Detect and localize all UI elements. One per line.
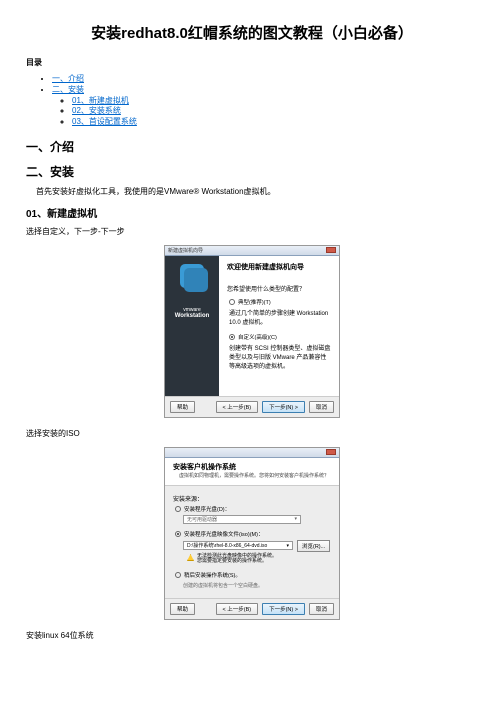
radio-icon — [175, 572, 181, 578]
wizard-footer: 帮助 < 上一步(B) 下一步(N) > 取消 — [165, 396, 339, 417]
step-text-1: 选择自定义，下一步-下一步 — [26, 226, 478, 237]
later-note: 创建的虚拟机将包含一个空白硬盘。 — [183, 582, 331, 589]
radio-icon — [229, 299, 235, 305]
radio-later-label: 稍后安装操作系统(S)。 — [184, 571, 241, 579]
toc-link-installsys[interactable]: 02、安装系统 — [72, 106, 121, 115]
warning-row: 无法检测此光盘映像中的操作系统。 您需要指定要安装的操作系统。 — [187, 554, 331, 565]
radio-custom[interactable]: 自定义(高级)(C) — [229, 333, 331, 341]
window-title-text: 新建虚拟机向导 — [168, 247, 203, 254]
help-button[interactable]: 帮助 — [170, 603, 195, 615]
radio-typical-label: 典型(推荐)(T) — [238, 298, 271, 306]
source-group-label: 安装来源： — [173, 494, 331, 503]
warning-text-2: 您需要指定要安装的操作系统。 — [197, 559, 277, 565]
toc-link-config[interactable]: 03、首设配置系统 — [72, 117, 137, 126]
close-icon[interactable] — [326, 449, 336, 455]
wizard-content: 欢迎使用新建虚拟机向导 您希望使用什么类型的配置？ 典型(推荐)(T) 通过几个… — [219, 256, 339, 396]
radio-disc[interactable]: 安装程序光盘(D)： — [175, 505, 331, 513]
wizard-footer: 帮助 < 上一步(B) 下一步(N) > 取消 — [165, 598, 339, 619]
radio-typical[interactable]: 典型(推荐)(T) — [229, 298, 331, 306]
step-text-3: 安装linux 64位系统 — [26, 630, 478, 641]
window-titlebar — [165, 448, 339, 458]
brand-top: vmware — [183, 307, 201, 313]
back-button[interactable]: < 上一步(B) — [216, 603, 259, 615]
radio-typical-desc: 通过几个简单的步骤创建 Workstation 10.0 虚拟机。 — [229, 308, 331, 326]
drive-select[interactable]: 无可用驱动器 ▾ — [183, 515, 301, 524]
toc-label: 目录 — [26, 57, 478, 68]
brand-main: Workstation — [175, 313, 210, 320]
radio-iso[interactable]: 安装程序光盘映像文件(iso)(M)： — [175, 530, 331, 538]
wizard-window-2: 安装客户机操作系统 虚拟机如同物理机，需要操作系统。您将如何安装客户机操作系统？… — [164, 447, 340, 620]
radio-custom-label: 自定义(高级)(C) — [238, 333, 277, 341]
wizard-window-1: 新建虚拟机向导 vmware Workstation 欢迎使用新建虚拟机向导 您… — [164, 245, 340, 418]
article-page: 安装redhat8.0红帽系统的图文教程（小白必备） 目录 一、介绍 二、安装 … — [0, 0, 504, 669]
help-button[interactable]: 帮助 — [170, 401, 195, 413]
install-intro-text: 首先安装好虚拟化工具，我使用的是VMware® Workstation虚拟机。 — [36, 186, 478, 197]
chevron-down-icon: ▾ — [286, 543, 289, 549]
screenshot-1: 新建虚拟机向导 vmware Workstation 欢迎使用新建虚拟机向导 您… — [26, 245, 478, 418]
warning-icon — [187, 554, 194, 561]
toc-link-intro[interactable]: 一、介绍 — [52, 74, 84, 83]
wizard-sidebar: vmware Workstation — [165, 256, 219, 396]
radio-icon — [229, 334, 235, 340]
toc-link-install[interactable]: 二、安装 — [52, 85, 84, 94]
radio-custom-desc: 创建带有 SCSI 控制器类型、虚拟磁盘类型以及与旧版 VMware 产品兼容性… — [229, 343, 331, 370]
vmware-brand-text: vmware Workstation — [175, 308, 210, 320]
wizard-header-desc: 虚拟机如同物理机，需要操作系统。您将如何安装客户机操作系统？ — [179, 472, 331, 479]
section-intro-heading: 一、介绍 — [26, 138, 478, 155]
wizard-header-title: 安装客户机操作系统 — [173, 462, 331, 472]
iso-path-value: D:\操作系统\rhel-8.0-x86_64-dvd.iso — [187, 542, 267, 549]
toc-link-newvm[interactable]: 01、新建虚拟机 — [72, 96, 129, 105]
toc-list: 一、介绍 二、安装 01、新建虚拟机 02、安装系统 03、首设配置系统 — [26, 74, 478, 128]
radio-icon — [175, 531, 181, 537]
cancel-button[interactable]: 取消 — [309, 401, 334, 413]
wizard-question: 您希望使用什么类型的配置？ — [227, 284, 331, 293]
subsection-newvm-heading: 01、新建虚拟机 — [26, 205, 478, 220]
wizard-body: 安装来源： 安装程序光盘(D)： 无可用驱动器 ▾ 安装程序光盘映像文件(iso… — [165, 486, 339, 598]
wizard-header: 安装客户机操作系统 虚拟机如同物理机，需要操作系统。您将如何安装客户机操作系统？ — [165, 458, 339, 486]
cancel-button[interactable]: 取消 — [309, 603, 334, 615]
window-titlebar: 新建虚拟机向导 — [165, 246, 339, 256]
wizard-heading: 欢迎使用新建虚拟机向导 — [227, 262, 331, 272]
page-title: 安装redhat8.0红帽系统的图文教程（小白必备） — [26, 22, 478, 43]
vmware-logo-icon — [180, 264, 204, 288]
drive-select-value: 无可用驱动器 — [187, 516, 217, 523]
browse-button[interactable]: 浏览(R)... — [297, 540, 330, 552]
next-button[interactable]: 下一步(N) > — [262, 401, 305, 413]
chevron-down-icon: ▾ — [294, 516, 297, 522]
radio-later[interactable]: 稍后安装操作系统(S)。 — [175, 571, 331, 579]
close-icon[interactable] — [326, 247, 336, 253]
radio-iso-label: 安装程序光盘映像文件(iso)(M)： — [184, 530, 263, 538]
radio-disc-label: 安装程序光盘(D)： — [184, 505, 230, 513]
step-text-2: 选择安装的ISO — [26, 428, 478, 439]
back-button[interactable]: < 上一步(B) — [216, 401, 259, 413]
section-install-heading: 二、安装 — [26, 163, 478, 180]
next-button[interactable]: 下一步(N) > — [262, 603, 305, 615]
iso-path-select[interactable]: D:\操作系统\rhel-8.0-x86_64-dvd.iso ▾ — [183, 541, 293, 550]
radio-icon — [175, 506, 181, 512]
screenshot-2: 安装客户机操作系统 虚拟机如同物理机，需要操作系统。您将如何安装客户机操作系统？… — [26, 447, 478, 620]
